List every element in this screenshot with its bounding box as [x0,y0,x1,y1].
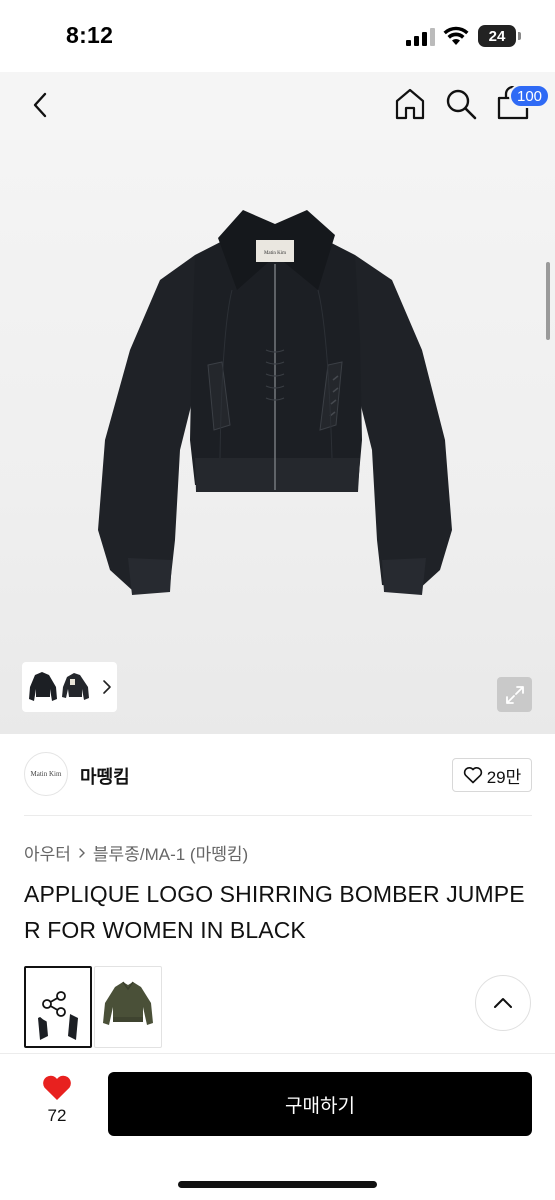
home-icon[interactable] [392,86,428,122]
buy-button[interactable]: 구매하기 [108,1072,532,1136]
heart-filled-icon [43,1075,71,1100]
home-indicator [178,1181,377,1188]
breadcrumb-category[interactable]: 아우터 [24,840,71,865]
chevron-up-icon [494,998,512,1008]
scroll-to-top-button[interactable] [475,975,531,1031]
search-icon[interactable] [444,86,478,122]
breadcrumb-subcategory[interactable]: 블루종/MA-1 (마뗑킴) [93,840,248,865]
expand-arrows-icon [505,685,524,704]
brand-like-button[interactable]: 29만 [452,758,532,792]
scroll-indicator [546,262,550,340]
status-time: 8:12 [66,22,114,48]
brand-like-count: 29만 [486,767,522,787]
chevron-right-icon [79,847,85,858]
chevron-right-icon[interactable] [100,677,114,697]
signal-icon [406,28,435,46]
svg-text:Matin Kim: Matin Kim [264,251,286,256]
battery-tip [518,32,521,40]
heart-outline-icon [463,767,482,784]
share-icon[interactable] [34,984,74,1029]
wifi-icon [443,26,469,45]
brand-logo[interactable]: Matin Kim [24,752,68,796]
divider [24,815,532,816]
jacket-back-thumb[interactable] [60,667,94,707]
cart-count-badge: 100 [509,84,551,108]
color-option-black[interactable] [24,966,92,1048]
expand-image-button[interactable] [497,677,532,712]
color-swatch-khaki [103,981,153,1025]
product-image-gallery[interactable]: Matin Kim [0,140,555,734]
brand-name[interactable]: 마뗑킴 [80,763,130,789]
product-like-count: 72 [47,1106,67,1125]
bottom-action-bar: 72 구매하기 [0,1053,555,1200]
product-image: Matin Kim [98,210,452,595]
color-option-khaki[interactable] [94,966,162,1048]
product-title: APPLIQUE LOGO SHIRRING BOMBER JUMPER FOR… [24,881,525,943]
status-bar: 8:12 24 [0,0,555,72]
breadcrumb: 아우터 블루종/MA-1 (마뗑킴) [24,840,248,865]
brand-row: Matin Kim 마뗑킴 29만 [0,734,555,816]
top-nav-bar: 100 [0,72,555,140]
thumbnail-strip[interactable] [22,662,117,712]
back-chevron-icon[interactable] [24,88,58,122]
battery-icon: 24 [478,25,516,47]
jacket-front-thumb[interactable] [26,667,60,707]
product-like-button[interactable]: 72 [38,1074,76,1132]
